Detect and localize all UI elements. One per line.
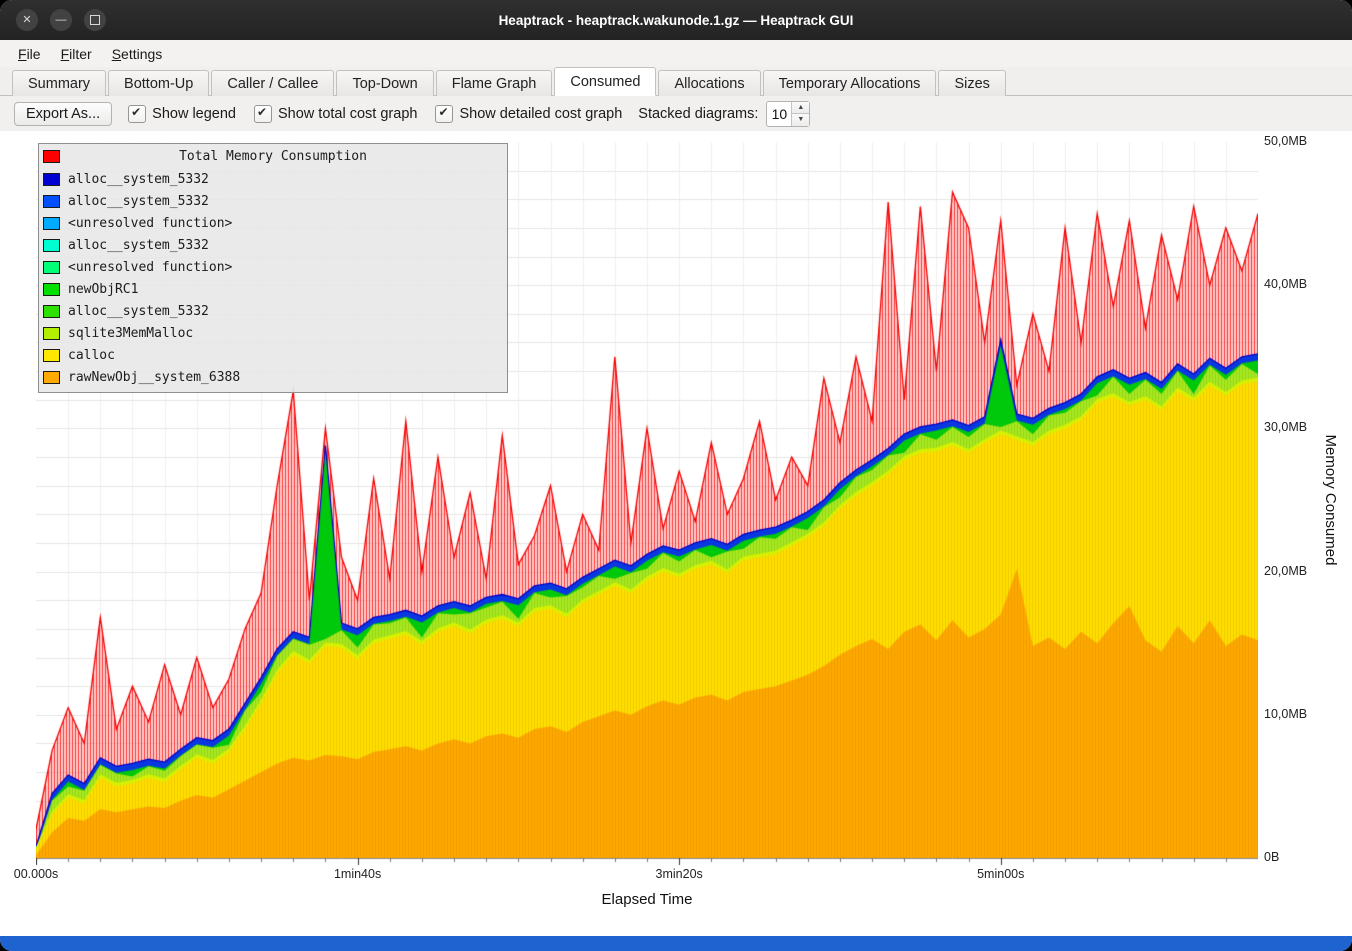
checkbox-box[interactable] bbox=[254, 105, 272, 123]
legend-swatch bbox=[43, 261, 60, 274]
tab-label: Allocations bbox=[674, 76, 744, 92]
chart-legend: Total Memory Consumption alloc__system_5… bbox=[38, 143, 508, 393]
tab-label: Flame Graph bbox=[452, 76, 537, 92]
tab-bar: Summary Bottom-Up Caller / Callee Top-Down F… bbox=[0, 67, 1352, 96]
checkbox-label: Show detailed cost graph bbox=[459, 106, 622, 122]
legend-entry-label: calloc bbox=[68, 348, 115, 363]
tab-label: Summary bbox=[28, 76, 90, 92]
y-tick-label: 30,0MB bbox=[1264, 420, 1307, 434]
y-tick-label: 0B bbox=[1264, 850, 1279, 864]
menu-filter[interactable]: Filter bbox=[51, 43, 102, 65]
checkbox-show-total-cost-graph[interactable]: Show total cost graph bbox=[254, 105, 417, 123]
legend-entry: <unresolved function> bbox=[39, 256, 507, 278]
chart-region: 50,0MB 40,0MB 30,0MB 20,0MB 10,0MB 0B 00.000s… bbox=[0, 131, 1352, 936]
spin-down-icon[interactable]: ▼ bbox=[792, 114, 809, 126]
tab-summary[interactable]: Summary bbox=[12, 70, 106, 96]
legend-swatch bbox=[43, 371, 60, 384]
y-tick-label: 50,0MB bbox=[1264, 134, 1307, 148]
y-tick-label: 20,0MB bbox=[1264, 564, 1307, 578]
app-window: ✕ — Heaptrack - heaptrack.wakunode.1.gz … bbox=[0, 0, 1352, 951]
checkbox-box[interactable] bbox=[128, 105, 146, 123]
window-title: Heaptrack - heaptrack.wakunode.1.gz — He… bbox=[0, 13, 1352, 28]
legend-entry-label: alloc__system_5332 bbox=[68, 172, 209, 187]
checkbox-show-detailed-cost-graph[interactable]: Show detailed cost graph bbox=[435, 105, 622, 123]
legend-title-swatch bbox=[43, 150, 60, 163]
tab-label: Bottom-Up bbox=[124, 76, 193, 92]
tab-label: Caller / Callee bbox=[227, 76, 318, 92]
legend-entry: rawNewObj__system_6388 bbox=[39, 366, 507, 388]
legend-entry-label: alloc__system_5332 bbox=[68, 304, 209, 319]
legend-swatch bbox=[43, 283, 60, 296]
legend-entry: alloc__system_5332 bbox=[39, 168, 507, 190]
checkbox-label: Show total cost graph bbox=[278, 106, 417, 122]
tab-top-down[interactable]: Top-Down bbox=[336, 70, 433, 96]
legend-entry-label: <unresolved function> bbox=[68, 216, 232, 231]
legend-swatch bbox=[43, 173, 60, 186]
menu-file[interactable]: File bbox=[8, 43, 51, 65]
legend-swatch bbox=[43, 349, 60, 362]
x-tick-label: 3min20s bbox=[656, 867, 703, 881]
checkbox-box[interactable] bbox=[435, 105, 453, 123]
tab-label: Sizes bbox=[954, 76, 989, 92]
stacked-diagrams-label: Stacked diagrams: bbox=[638, 106, 758, 122]
y-tick-label: 10,0MB bbox=[1264, 707, 1307, 721]
tab-consumed[interactable]: Consumed bbox=[554, 67, 656, 96]
export-as-button[interactable]: Export As... bbox=[14, 102, 112, 126]
checkbox-label: Show legend bbox=[152, 106, 236, 122]
stacked-diagrams-spinbox[interactable]: 10 ▲ ▼ bbox=[766, 101, 810, 127]
tab-sizes[interactable]: Sizes bbox=[938, 70, 1005, 96]
toolbar-checkboxes: Show legend Show total cost graph Show det… bbox=[128, 105, 622, 123]
legend-entry-label: newObjRC1 bbox=[68, 282, 138, 297]
x-tick-label: 00.000s bbox=[14, 867, 58, 881]
tab-allocations[interactable]: Allocations bbox=[658, 70, 760, 96]
checkbox-show-legend[interactable]: Show legend bbox=[128, 105, 236, 123]
stacked-diagrams-value: 10 bbox=[767, 102, 791, 126]
legend-entry-label: rawNewObj__system_6388 bbox=[68, 370, 240, 385]
maximize-icon[interactable] bbox=[84, 9, 106, 31]
x-tick-label: 1min40s bbox=[334, 867, 381, 881]
tab-flame-graph[interactable]: Flame Graph bbox=[436, 70, 553, 96]
y-axis-title: Memory Consumed bbox=[1322, 435, 1339, 566]
legend-title: Total Memory Consumption bbox=[39, 146, 507, 168]
tab-label: Top-Down bbox=[352, 76, 417, 92]
legend-entry-label: alloc__system_5332 bbox=[68, 238, 209, 253]
tab-temporary-allocations[interactable]: Temporary Allocations bbox=[763, 70, 937, 96]
timeline-range-bar[interactable] bbox=[0, 936, 1352, 951]
legend-swatch bbox=[43, 305, 60, 318]
legend-entry: calloc bbox=[39, 344, 507, 366]
legend-entries: alloc__system_5332 alloc__system_5332 <unr… bbox=[39, 168, 507, 388]
legend-entry: newObjRC1 bbox=[39, 278, 507, 300]
x-axis-title: Elapsed Time bbox=[602, 891, 693, 908]
legend-entry: alloc__system_5332 bbox=[39, 300, 507, 322]
legend-entry: sqlite3MemMalloc bbox=[39, 322, 507, 344]
legend-swatch bbox=[43, 327, 60, 340]
spin-up-icon[interactable]: ▲ bbox=[792, 102, 809, 115]
legend-swatch bbox=[43, 239, 60, 252]
legend-swatch bbox=[43, 217, 60, 230]
legend-entry-label: alloc__system_5332 bbox=[68, 194, 209, 209]
legend-swatch bbox=[43, 195, 60, 208]
title-bar: ✕ — Heaptrack - heaptrack.wakunode.1.gz … bbox=[0, 0, 1352, 40]
legend-entry-label: <unresolved function> bbox=[68, 260, 232, 275]
toolbar: Export As... Show legend Show total cost … bbox=[0, 96, 1352, 131]
tab-label: Temporary Allocations bbox=[779, 76, 921, 92]
minimize-icon[interactable]: — bbox=[50, 9, 72, 31]
legend-entry: alloc__system_5332 bbox=[39, 234, 507, 256]
tab-bottom-up[interactable]: Bottom-Up bbox=[108, 70, 209, 96]
menu-bar: FileFilterSettings bbox=[0, 40, 1352, 67]
tab-caller-callee[interactable]: Caller / Callee bbox=[211, 70, 334, 96]
tab-label: Consumed bbox=[570, 74, 640, 90]
x-tick-label: 5min00s bbox=[977, 867, 1024, 881]
legend-entry-label: sqlite3MemMalloc bbox=[68, 326, 193, 341]
legend-entry: <unresolved function> bbox=[39, 212, 507, 234]
menu-settings[interactable]: Settings bbox=[102, 43, 173, 65]
close-icon[interactable]: ✕ bbox=[16, 9, 38, 31]
y-tick-label: 40,0MB bbox=[1264, 277, 1307, 291]
legend-entry: alloc__system_5332 bbox=[39, 190, 507, 212]
